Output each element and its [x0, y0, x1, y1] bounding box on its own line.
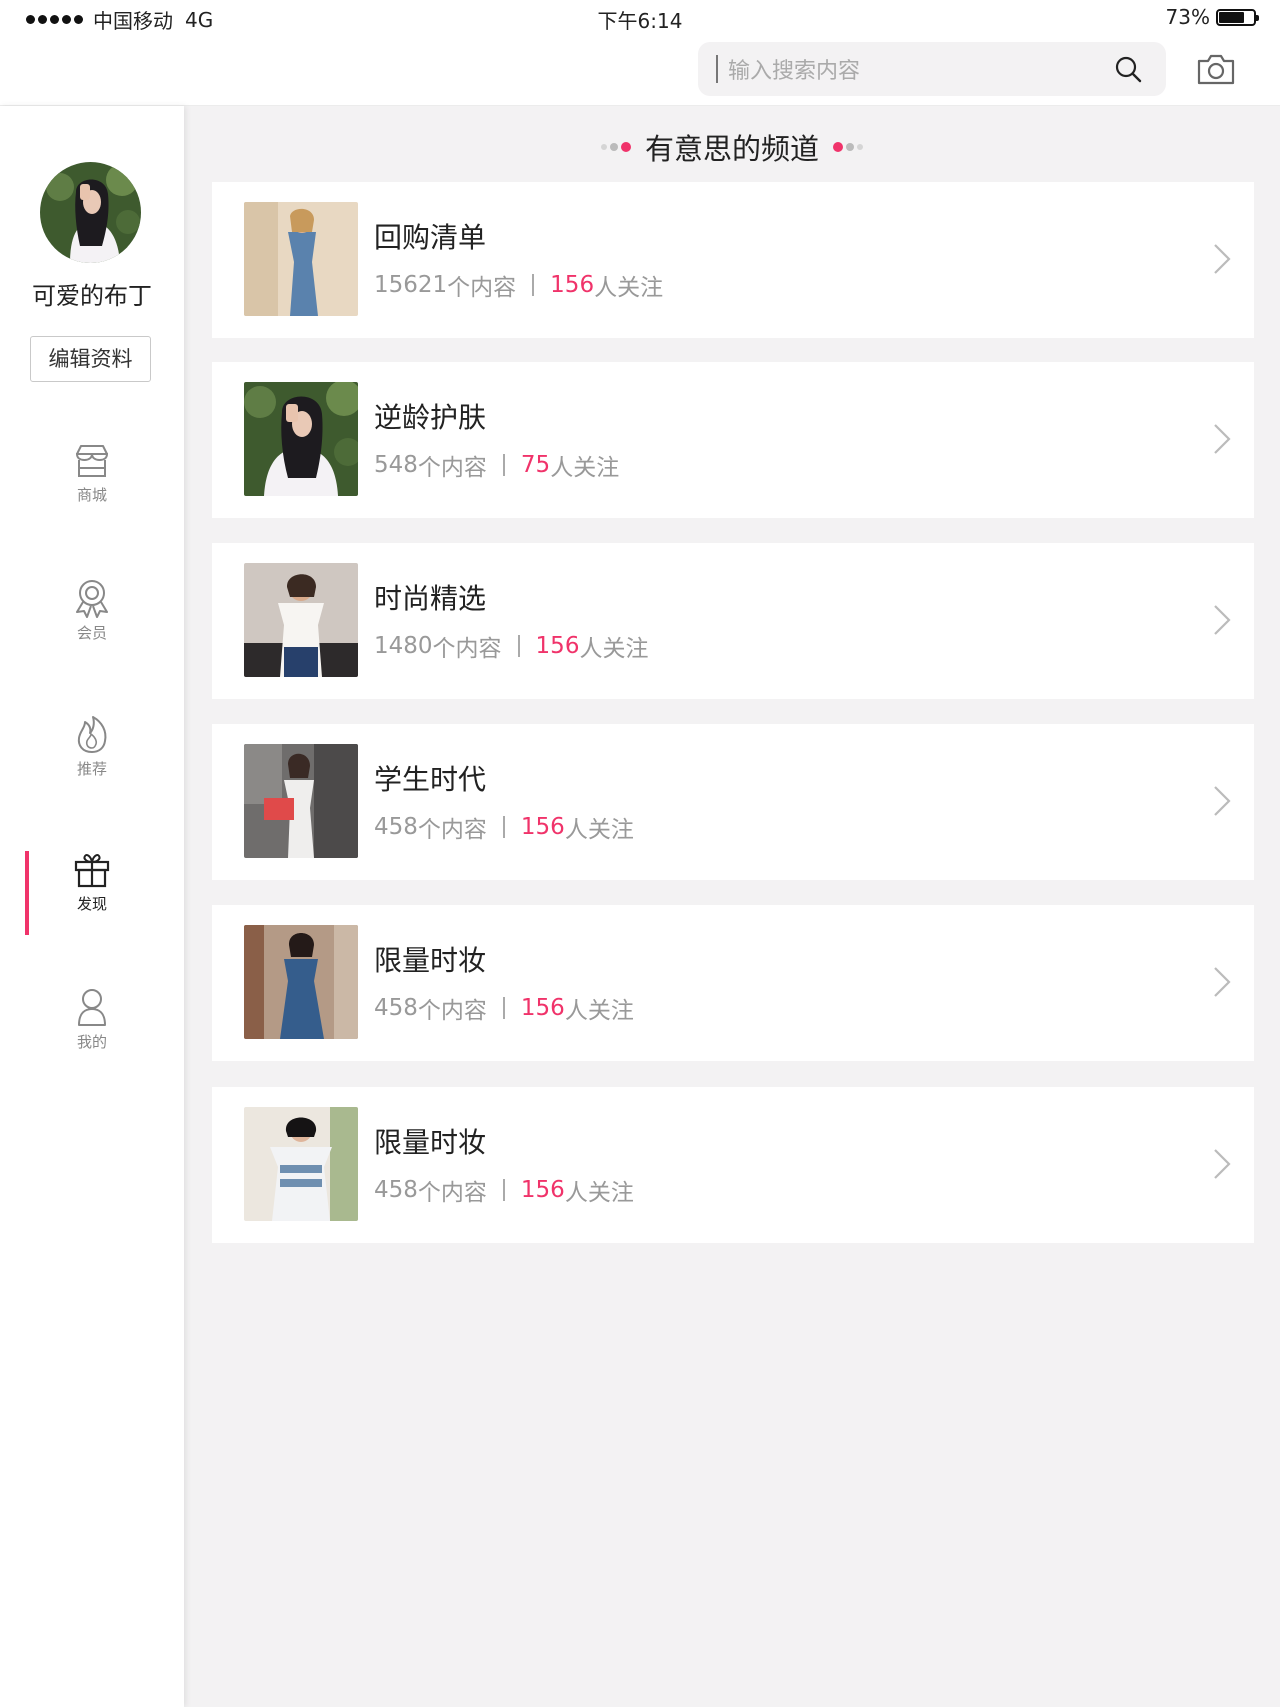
- decor-dots-right: [833, 142, 863, 152]
- content-count: 15621: [374, 272, 448, 298]
- chevron-right-icon[interactable]: [1212, 242, 1232, 276]
- shop-icon: [75, 445, 109, 477]
- follow-suffix: 人关注: [564, 1180, 634, 1206]
- follow-count: 156: [520, 814, 565, 840]
- search-bar[interactable]: 输入搜索内容: [698, 42, 1166, 96]
- content-suffix: 个内容: [447, 275, 517, 301]
- gift-icon: [74, 853, 110, 888]
- follow-count: 75: [520, 452, 551, 478]
- content-count: 458: [374, 814, 418, 840]
- channel-title: 限量时妆: [374, 1126, 487, 1159]
- channel-title: 学生时代: [374, 763, 487, 796]
- nav-item-recommend[interactable]: 推荐: [0, 714, 184, 806]
- channel-meta: 15621 个内容 156 人关注: [374, 268, 663, 302]
- channel-thumbnail: [244, 563, 358, 677]
- search-icon[interactable]: [1114, 55, 1142, 83]
- battery-percent: 73%: [1165, 5, 1210, 29]
- channel-card[interactable]: 限量时妆 458 个内容 156 人关注: [212, 1087, 1254, 1243]
- channel-meta: 548 个内容 75 人关注: [374, 448, 619, 482]
- channel-thumbnail: [244, 744, 358, 858]
- meta-divider: [502, 1179, 505, 1201]
- battery-icon: [1216, 8, 1259, 26]
- content-count: 1480: [374, 633, 433, 659]
- text-cursor: [716, 55, 718, 83]
- meta-divider: [517, 635, 520, 657]
- content-suffix: 个内容: [417, 1180, 487, 1206]
- channel-card[interactable]: 时尚精选 1480 个内容 156 人关注: [212, 543, 1254, 699]
- nav-label-member: 会员: [76, 624, 107, 642]
- channel-meta: 458 个内容 156 人关注: [374, 810, 634, 844]
- follow-suffix: 人关注: [594, 275, 664, 301]
- top-header: 输入搜索内容: [0, 36, 1280, 106]
- decor-dots-left: [600, 142, 631, 152]
- channel-thumbnail: [244, 925, 358, 1039]
- content-suffix: 个内容: [432, 636, 502, 662]
- nav-item-shop[interactable]: 商城: [0, 442, 184, 534]
- follow-suffix: 人关注: [550, 455, 620, 481]
- nav-item-member[interactable]: 会员: [0, 578, 184, 670]
- channel-meta: 1480 个内容 156 人关注: [374, 629, 648, 663]
- channel-card[interactable]: 学生时代 458 个内容 156 人关注: [212, 724, 1254, 880]
- member-badge-icon: [76, 580, 108, 618]
- flame-icon: [77, 716, 107, 753]
- channel-meta: 458 个内容 156 人关注: [374, 991, 634, 1025]
- content-count: 548: [374, 452, 418, 478]
- meta-divider: [502, 454, 505, 476]
- search-input[interactable]: 输入搜索内容: [728, 53, 1166, 85]
- nav-label-mine: 我的: [76, 1033, 107, 1051]
- follow-suffix: 人关注: [564, 998, 634, 1024]
- chevron-right-icon[interactable]: [1212, 422, 1232, 456]
- content-count: 458: [374, 1177, 418, 1203]
- meta-divider: [502, 816, 505, 838]
- follow-count: 156: [520, 1177, 565, 1203]
- chevron-right-icon[interactable]: [1212, 1147, 1232, 1181]
- channel-thumbnail: [244, 202, 358, 316]
- avatar[interactable]: [40, 162, 141, 263]
- nav-item-discover[interactable]: 发现: [0, 851, 184, 943]
- channel-title: 时尚精选: [374, 582, 487, 615]
- content-suffix: 个内容: [417, 817, 487, 843]
- channel-title: 逆龄护肤: [374, 401, 487, 434]
- channel-card[interactable]: 逆龄护肤 548 个内容 75 人关注: [212, 362, 1254, 518]
- chevron-right-icon[interactable]: [1212, 965, 1232, 999]
- status-time: 下午6:14: [597, 9, 683, 33]
- channel-thumbnail: [244, 382, 358, 496]
- channel-card[interactable]: 回购清单 15621 个内容 156 人关注: [212, 182, 1254, 338]
- channel-title: 限量时妆: [374, 944, 487, 977]
- sidebar: 可爱的布丁 编辑资料 商城 会员 推荐 发现 我的: [0, 106, 184, 1707]
- follow-count: 156: [535, 633, 580, 659]
- chevron-right-icon[interactable]: [1212, 603, 1232, 637]
- follow-suffix: 人关注: [564, 817, 634, 843]
- channel-thumbnail: [244, 1107, 358, 1221]
- channel-meta: 458 个内容 156 人关注: [374, 1173, 634, 1207]
- content-suffix: 个内容: [417, 998, 487, 1024]
- status-bar: 中国移动 4G 下午6:14 73%: [0, 0, 1280, 36]
- nav-label-recommend: 推荐: [76, 760, 107, 778]
- nav-label-shop: 商城: [76, 486, 107, 504]
- section-title-row: 有意思的频道: [184, 122, 1280, 172]
- follow-suffix: 人关注: [579, 636, 649, 662]
- user-icon: [78, 989, 106, 1026]
- edit-profile-button[interactable]: 编辑资料: [30, 336, 151, 382]
- camera-icon[interactable]: [1196, 51, 1236, 87]
- follow-count: 156: [520, 995, 565, 1021]
- nav-item-mine[interactable]: 我的: [0, 987, 184, 1079]
- username: 可爱的布丁: [32, 282, 152, 310]
- channel-title: 回购清单: [374, 221, 487, 254]
- channel-card[interactable]: 限量时妆 458 个内容 156 人关注: [212, 905, 1254, 1061]
- active-nav-indicator: [25, 851, 29, 935]
- meta-divider: [502, 997, 505, 1019]
- chevron-right-icon[interactable]: [1212, 784, 1232, 818]
- content-count: 458: [374, 995, 418, 1021]
- follow-count: 156: [550, 272, 595, 298]
- content-suffix: 个内容: [417, 455, 487, 481]
- meta-divider: [532, 274, 535, 296]
- section-title: 有意思的频道: [644, 132, 819, 166]
